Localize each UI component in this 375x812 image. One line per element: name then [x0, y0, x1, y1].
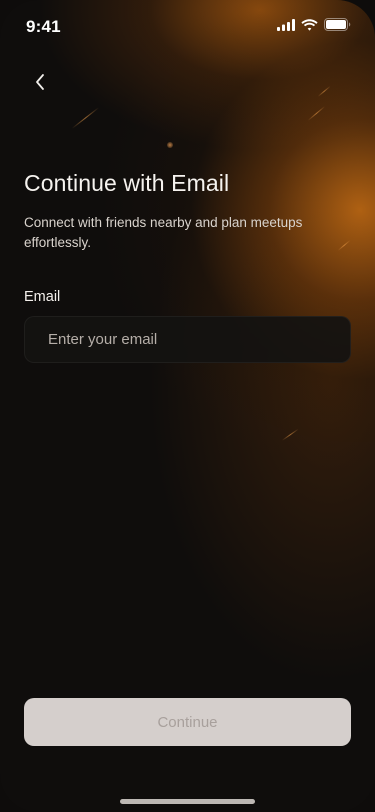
- light-particle: [167, 142, 173, 148]
- status-icons: [277, 18, 351, 36]
- chevron-left-icon: [34, 73, 46, 96]
- continue-button[interactable]: Continue: [24, 698, 351, 746]
- background-glow: [0, 0, 375, 812]
- light-streak: [317, 85, 331, 97]
- email-label: Email: [24, 289, 61, 305]
- page-subtitle: Connect with friends nearby and plan mee…: [24, 215, 303, 250]
- battery-icon: [324, 18, 351, 36]
- page-title: Continue with Email: [24, 170, 230, 196]
- light-streak: [281, 428, 299, 441]
- cellular-signal-icon: [277, 18, 295, 36]
- status-bar: 9:41: [0, 0, 375, 54]
- status-time: 9:41: [26, 17, 61, 36]
- back-button[interactable]: [24, 68, 56, 100]
- home-indicator: [120, 799, 255, 804]
- email-signin-screen: 9:41 Continue with Email Connect with fr…: [0, 0, 375, 812]
- light-streak: [307, 105, 326, 121]
- light-streak: [337, 239, 351, 251]
- light-streak: [71, 107, 100, 129]
- wifi-icon: [301, 18, 318, 36]
- email-field[interactable]: [24, 316, 351, 363]
